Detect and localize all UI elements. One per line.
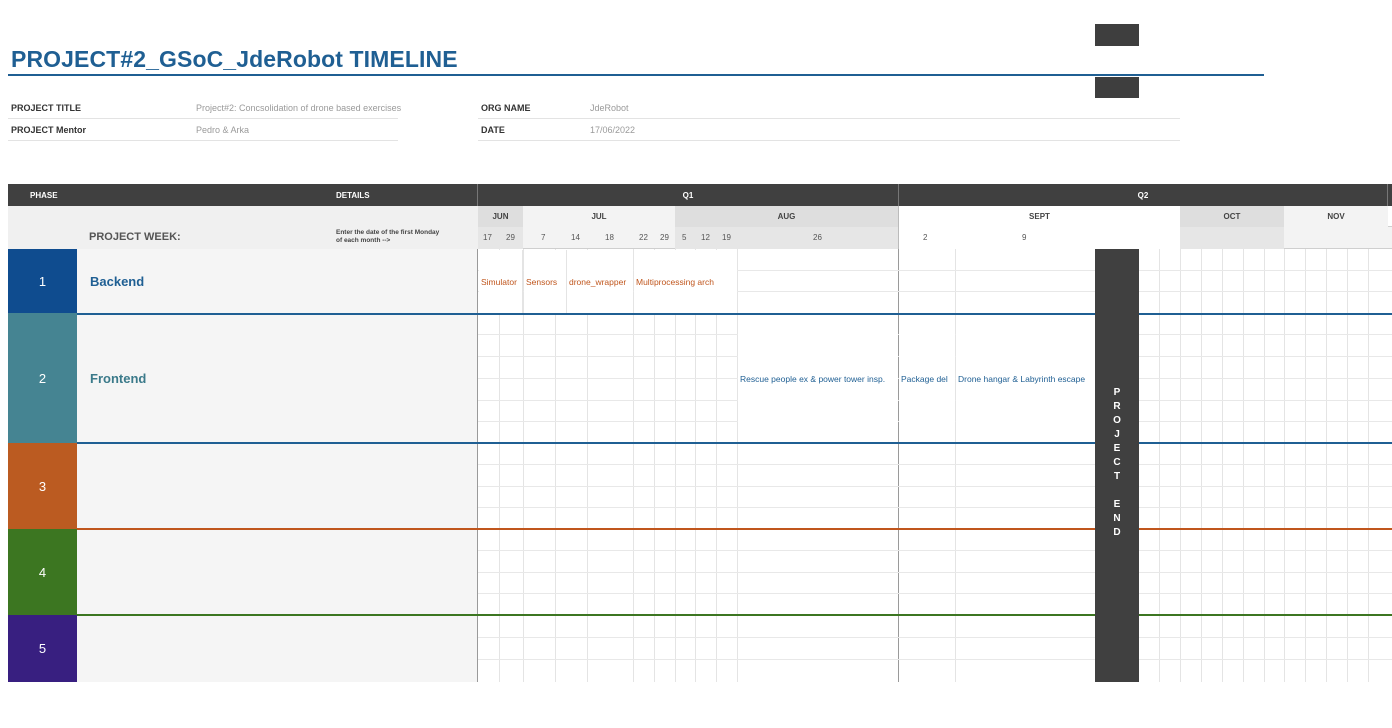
phase-2-divider bbox=[77, 442, 1392, 444]
task-package-delivery[interactable]: Package del bbox=[899, 315, 955, 442]
info-rule bbox=[478, 140, 1180, 141]
phase-4-number: 4 bbox=[8, 529, 77, 615]
quarter-q2: Q2 bbox=[1137, 190, 1149, 200]
day-label: 5 bbox=[682, 233, 687, 242]
grid-line bbox=[478, 550, 1392, 551]
task-rescue-people[interactable]: Rescue people ex & power tower insp. bbox=[738, 315, 898, 442]
phase-1-divider bbox=[77, 313, 1392, 315]
day-label: 7 bbox=[541, 233, 546, 242]
day-label: 18 bbox=[605, 233, 614, 242]
grey-block-bottom[interactable] bbox=[1095, 77, 1139, 98]
org-name-label: ORG NAME bbox=[481, 103, 531, 113]
day-label: 29 bbox=[506, 233, 515, 242]
grid-line bbox=[478, 572, 1392, 573]
info-rule bbox=[8, 118, 398, 119]
phase-5-name[interactable] bbox=[77, 615, 478, 682]
info-rule bbox=[8, 140, 398, 141]
task-drone-hangar[interactable]: Drone hangar & Labyrinth escape bbox=[956, 315, 1095, 442]
task-drone-wrapper[interactable]: drone_wrapper bbox=[566, 250, 633, 313]
month-jun: JUN bbox=[478, 206, 523, 227]
mentor-value[interactable]: Pedro & Arka bbox=[196, 125, 249, 135]
day-band-oct bbox=[1180, 227, 1284, 249]
task-simulator[interactable]: Simulator bbox=[479, 250, 523, 313]
month-oct: OCT bbox=[1180, 206, 1284, 227]
month-jul: JUL bbox=[523, 206, 675, 227]
day-label: 14 bbox=[571, 233, 580, 242]
project-end-bar: PROJECT END bbox=[1095, 249, 1139, 682]
grid-line bbox=[478, 507, 1392, 508]
project-end-label: PROJECT END bbox=[1113, 387, 1121, 538]
project-title-value[interactable]: Project#2: Concsolidation of drone based… bbox=[196, 103, 401, 113]
quarter-q1: Q1 bbox=[682, 190, 694, 200]
task-multiprocessing-arch[interactable]: Multiprocessing arch bbox=[634, 250, 737, 313]
date-entry-hint: Enter the date of the first Monday of ea… bbox=[336, 229, 440, 244]
grid-line bbox=[478, 464, 1392, 465]
phase-3-divider bbox=[77, 528, 1392, 530]
org-name-value[interactable]: JdeRobot bbox=[590, 103, 629, 113]
mentor-label: PROJECT Mentor bbox=[11, 125, 87, 135]
info-rule bbox=[478, 118, 1180, 119]
month-sept: SEPT bbox=[898, 206, 1180, 227]
task-sensors[interactable]: Sensors bbox=[524, 250, 566, 313]
details-header: DETAILS bbox=[336, 190, 370, 200]
phase-1-number: 1 bbox=[8, 249, 77, 313]
day-label: 17 bbox=[483, 233, 492, 242]
phase-4-divider bbox=[77, 614, 1392, 616]
phase-header: PHASE bbox=[30, 190, 58, 200]
month-nov: NOV bbox=[1284, 206, 1388, 227]
project-title-label: PROJECT TITLE bbox=[11, 103, 82, 113]
phase-4-name[interactable] bbox=[77, 529, 478, 615]
day-band-sept bbox=[898, 227, 1180, 249]
day-label: 19 bbox=[722, 233, 731, 242]
day-label: 29 bbox=[660, 233, 669, 242]
grid-line bbox=[478, 486, 1392, 487]
day-label: 9 bbox=[1022, 233, 1027, 242]
phase-5-number: 5 bbox=[8, 615, 77, 682]
phase-3-name[interactable] bbox=[77, 443, 478, 529]
title-underline bbox=[8, 74, 1264, 76]
grey-block-top[interactable] bbox=[1095, 24, 1139, 46]
project-week-label: PROJECT WEEK: bbox=[89, 231, 181, 243]
date-label: DATE bbox=[481, 125, 505, 135]
phase-2-name[interactable]: Frontend bbox=[77, 313, 478, 443]
grid-line bbox=[478, 593, 1392, 594]
page-title: PROJECT#2_GSoC_JdeRobot TIMELINE bbox=[11, 46, 458, 72]
phase-1-name[interactable]: Backend bbox=[77, 249, 478, 313]
day-label: 26 bbox=[813, 233, 822, 242]
header-divider bbox=[1387, 184, 1388, 206]
date-value[interactable]: 17/06/2022 bbox=[590, 125, 635, 135]
phase-3-number: 3 bbox=[8, 443, 77, 529]
grid-line bbox=[478, 637, 1392, 638]
day-label: 2 bbox=[923, 233, 928, 242]
phase-2-number: 2 bbox=[8, 313, 77, 443]
month-aug: AUG bbox=[675, 206, 898, 227]
day-label: 12 bbox=[701, 233, 710, 242]
grid-line bbox=[478, 659, 1392, 660]
day-label: 22 bbox=[639, 233, 648, 242]
